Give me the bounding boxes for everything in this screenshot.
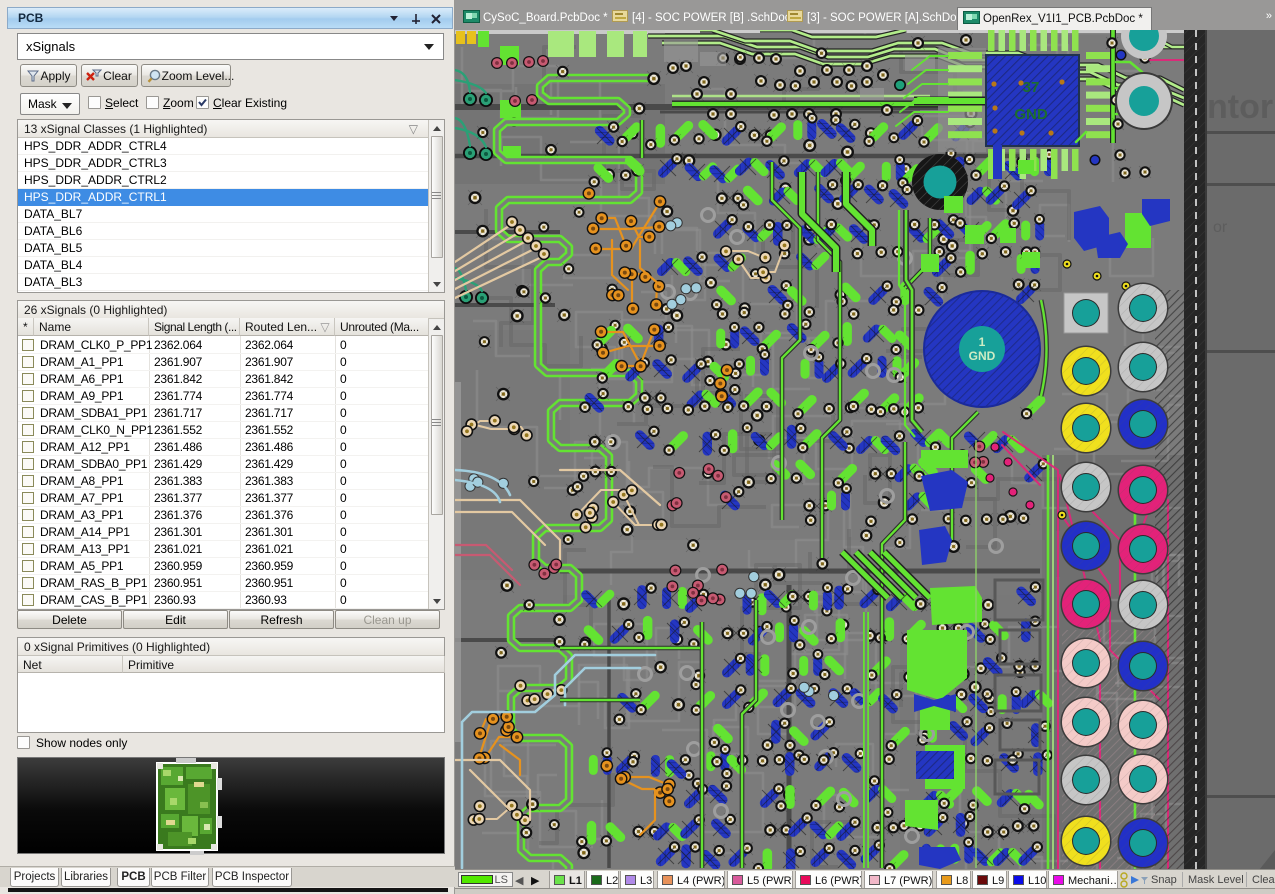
svg-text:ntor: ntor — [1207, 88, 1273, 126]
svg-text:37: 37 — [1023, 79, 1040, 96]
svg-text:GND: GND — [1014, 106, 1048, 123]
svg-text:GND: GND — [969, 349, 996, 363]
svg-text:or: or — [1213, 219, 1228, 236]
svg-text:1: 1 — [979, 335, 986, 349]
